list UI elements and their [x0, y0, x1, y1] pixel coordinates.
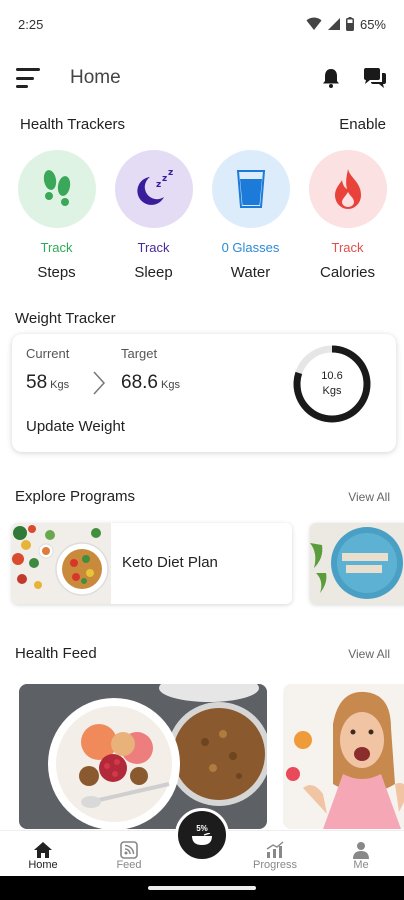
weight-remaining: 10.6 Kgs [292, 344, 372, 424]
tracker-label: Steps [37, 264, 76, 281]
person-icon [353, 842, 369, 859]
svg-text:z: z [168, 169, 173, 178]
program-card-weight-loss[interactable] [310, 523, 404, 604]
wifi-icon [306, 17, 322, 30]
page-title: Home [70, 67, 121, 88]
home-gesture-handle[interactable] [148, 886, 256, 890]
footprints-icon [43, 170, 70, 206]
tracker-status: 0 Glasses [221, 240, 280, 255]
tracker-label: Calories [319, 264, 376, 281]
tracker-icon-circle [308, 150, 387, 228]
tracker-water[interactable]: 0 Glasses Water [210, 150, 292, 281]
tracker-status: Track [137, 240, 170, 255]
target-label: Target [121, 346, 158, 361]
chat-icon[interactable] [362, 67, 388, 89]
flame-icon [334, 169, 361, 209]
target-weight-value: 68.6 [121, 372, 158, 393]
current-weight-value: 58 [26, 372, 48, 393]
feed-card-breakfast-bowl[interactable] [19, 684, 267, 829]
weight-loss-image [310, 523, 404, 604]
section-title: Health Trackers [20, 116, 126, 133]
nav-label: Progress [252, 859, 298, 871]
nav-me[interactable]: Me [318, 831, 404, 876]
app-header: Home [0, 56, 404, 100]
nav-label: Feed [116, 859, 142, 871]
tracker-status: Track [331, 240, 364, 255]
breakfast-bowl-image [19, 684, 267, 829]
health-trackers-header: Health Trackers Enable [0, 116, 404, 133]
tracker-label: Water [230, 264, 271, 281]
program-title: Keto Diet Plan [122, 554, 218, 571]
svg-text:z: z [162, 174, 167, 184]
section-title: Weight Tracker [15, 310, 116, 327]
keto-diet-image [12, 523, 111, 604]
cellular-signal-icon [327, 18, 340, 30]
tracker-icon-circle [211, 150, 290, 228]
weight-unit: Kgs [50, 379, 70, 391]
health-trackers-list: Track Steps z z z Track Sleep 0 Glasses … [0, 150, 404, 281]
tracker-sleep[interactable]: z z z Track Sleep [113, 150, 195, 281]
tracker-steps[interactable]: Track Steps [16, 150, 98, 281]
feed-view-all-link[interactable]: View All [348, 647, 390, 661]
weight-tracker-header: Weight Tracker [0, 310, 404, 327]
tracker-icon-circle [17, 150, 96, 228]
bell-icon[interactable] [322, 68, 340, 88]
nav-label: Me [353, 859, 369, 871]
status-time: 2:25 [18, 16, 44, 32]
feed-card-woman[interactable] [283, 684, 404, 829]
program-card-keto[interactable]: Keto Diet Plan [12, 523, 292, 604]
tracker-status: Track [40, 240, 73, 255]
battery-icon [345, 17, 354, 31]
nav-home[interactable]: Home [0, 831, 86, 876]
section-title: Explore Programs [15, 488, 136, 505]
tracker-icon-circle: z z z [114, 150, 193, 228]
moon-sleep-icon: z z z [136, 169, 173, 205]
weight-tracker-card[interactable]: Current 58 Kgs Target 68.6 Kgs 10.6 Kgs Up… [12, 334, 396, 452]
section-title: Health Feed [15, 645, 97, 662]
water-glass-icon [236, 170, 265, 208]
home-icon [34, 842, 52, 858]
remaining-unit: Kgs [322, 385, 342, 397]
remaining-value: 10.6 [321, 370, 343, 382]
battery-percent: 65% [359, 16, 386, 32]
health-feed-header: Health Feed View All [0, 645, 404, 662]
target-weight: 68.6 Kgs [121, 372, 180, 394]
nav-label: Home [28, 859, 58, 871]
menu-icon[interactable] [16, 68, 42, 88]
tracker-label: Sleep [134, 264, 173, 281]
svg-text:z: z [156, 180, 161, 190]
status-bar: 2:25 65% [0, 0, 404, 48]
fab-percent: 5% [196, 823, 208, 833]
chevron-right-icon [93, 371, 106, 395]
status-icons: 65% [306, 17, 386, 32]
enable-button[interactable]: Enable [339, 116, 386, 133]
excited-woman-image [283, 684, 404, 829]
current-weight: 58 Kgs [26, 372, 69, 394]
progress-icon [266, 841, 284, 858]
tracker-calories[interactable]: Track Calories [307, 150, 389, 281]
current-label: Current [26, 346, 70, 361]
nav-progress[interactable]: Progress [232, 831, 318, 876]
explore-programs-header: Explore Programs View All [0, 488, 404, 505]
weight-unit: Kgs [160, 379, 180, 391]
update-weight-button[interactable]: Update Weight [26, 418, 125, 435]
feed-icon [120, 841, 138, 859]
food-bowl-icon [192, 832, 212, 845]
gesture-navigation-bar [0, 876, 404, 900]
meal-log-fab[interactable]: 5% [175, 808, 229, 862]
programs-view-all-link[interactable]: View All [348, 490, 390, 504]
nav-feed[interactable]: Feed [86, 831, 172, 876]
